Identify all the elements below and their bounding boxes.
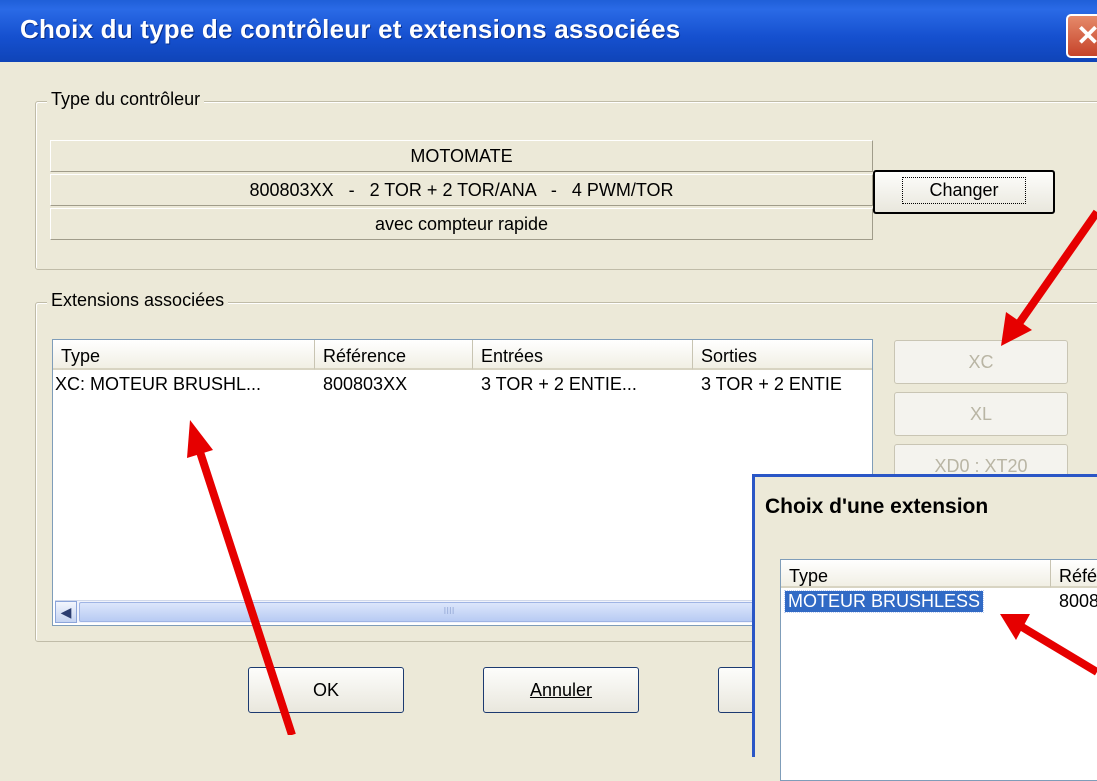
scroll-grip: IIII xyxy=(443,606,455,617)
extension-cell-reference: 8008 xyxy=(1059,591,1097,611)
controller-option: avec compteur rapide xyxy=(50,208,873,240)
close-button[interactable]: ✕ xyxy=(1066,14,1097,58)
change-button-label: Changer xyxy=(902,177,1026,204)
cell-type: XC: MOTEUR BRUSHL... xyxy=(55,374,262,394)
close-icon: ✕ xyxy=(1076,20,1097,51)
extension-column-header-type[interactable]: Type xyxy=(781,560,1051,588)
add-xc-button[interactable]: XC xyxy=(894,340,1068,384)
cell-inputs: 3 TOR + 2 ENTIE... xyxy=(481,374,637,394)
add-xd0-xt20-button-label: XD0 : XT20 xyxy=(934,456,1028,476)
controller-spec: 800803XX - 2 TOR + 2 TOR/ANA - 4 PWM/TOR xyxy=(50,174,873,206)
extension-choice-list[interactable]: Type Réfé MOTEUR BRUSHLESS 8008 xyxy=(780,559,1097,781)
scroll-thumb[interactable]: IIII xyxy=(79,602,819,622)
ok-button[interactable]: OK xyxy=(248,667,404,713)
cell-reference: 800803XX xyxy=(323,374,408,394)
column-header-inputs[interactable]: Entrées xyxy=(473,340,693,370)
cell-outputs: 3 TOR + 2 ENTIE xyxy=(701,374,842,394)
column-header-outputs[interactable]: Sorties xyxy=(693,340,872,370)
cancel-button[interactable]: Annuler xyxy=(483,667,639,713)
add-xc-button-label: XC xyxy=(968,352,994,372)
extension-choice-title: Choix d'une extension xyxy=(765,495,989,518)
title-bar: Choix du type de contrôleur et extension… xyxy=(0,0,1097,62)
add-xl-button-label: XL xyxy=(969,404,993,424)
column-header-type[interactable]: Type xyxy=(53,340,315,370)
extensions-group-label: Extensions associées xyxy=(47,290,229,311)
window-title: Choix du type de contrôleur et extension… xyxy=(20,14,681,44)
ok-button-label: OK xyxy=(312,680,339,700)
change-button[interactable]: Changer xyxy=(873,170,1055,214)
extension-choice-dialog: Choix d'une extension Type Réfé MOTEUR B… xyxy=(752,474,1097,781)
scroll-left-icon[interactable]: ◀ xyxy=(55,601,77,623)
column-header-reference[interactable]: Référence xyxy=(315,340,473,370)
cancel-button-label: Annuler xyxy=(529,680,593,700)
extension-column-header-reference[interactable]: Réfé xyxy=(1051,560,1097,588)
list-item[interactable]: MOTEUR BRUSHLESS 8008 xyxy=(783,589,1097,615)
extensions-list[interactable]: Type Référence Entrées Sorties XC: MOTEU… xyxy=(52,339,873,626)
extension-cell-type: MOTEUR BRUSHLESS xyxy=(783,590,985,613)
add-xl-button[interactable]: XL xyxy=(894,392,1068,436)
table-row[interactable]: XC: MOTEUR BRUSHL... 800803XX 3 TOR + 2 … xyxy=(53,372,872,398)
controller-name: MOTOMATE xyxy=(50,140,873,172)
horizontal-scrollbar[interactable]: ◀ IIII xyxy=(55,600,870,623)
controller-type-group-label: Type du contrôleur xyxy=(47,89,205,110)
extension-choice-title-bar: Choix d'une extension xyxy=(755,477,1097,539)
